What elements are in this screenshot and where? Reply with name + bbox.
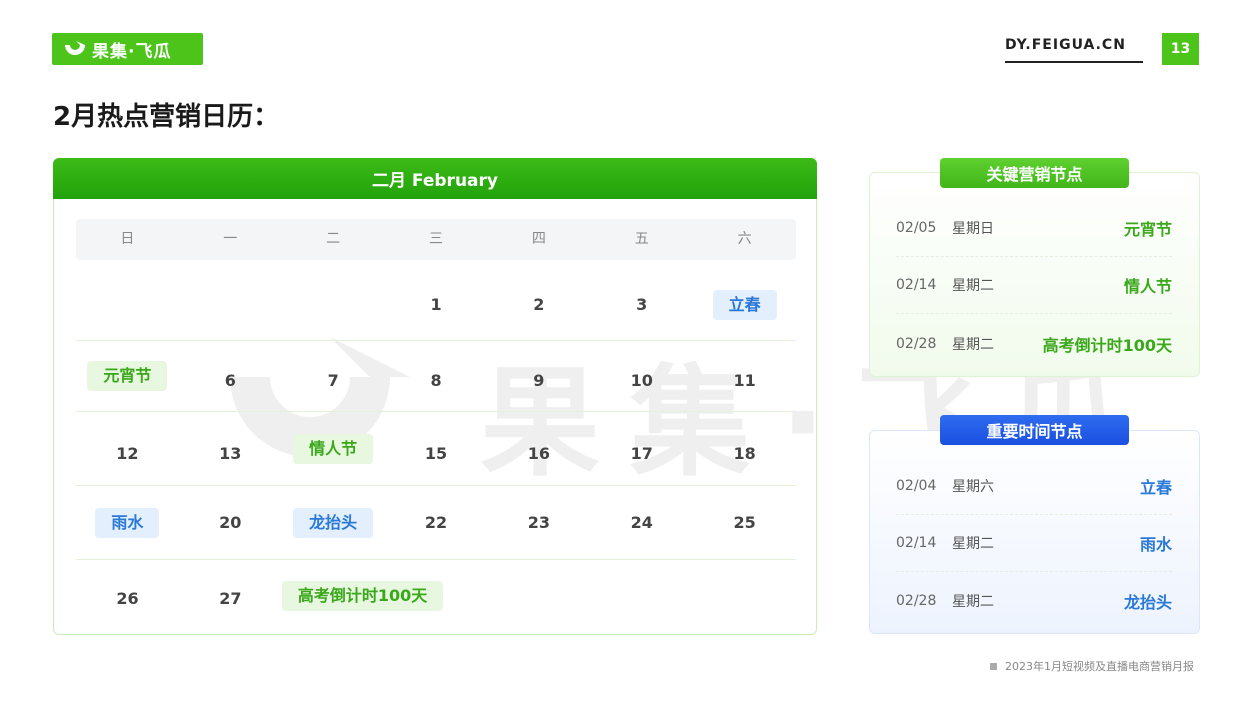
page-title: 2月热点营销日历：: [53, 102, 280, 132]
important-node-row[interactable]: 02/14 星期二 雨水: [896, 515, 1172, 572]
brand-logo-icon: [65, 41, 85, 55]
calendar-day: [693, 560, 796, 632]
node-weekday: 星期二: [952, 278, 994, 294]
weekday-label: 日: [120, 231, 135, 247]
calendar-day-event[interactable]: 立春: [693, 269, 796, 340]
calendar: 二月 February 日 一 二 三 四 五 六 1 2 3 立春 元宵节 6…: [53, 158, 817, 635]
node-date: 02/14: [896, 277, 937, 293]
calendar-day[interactable]: 17: [590, 412, 693, 485]
calendar-day-event[interactable]: 雨水: [76, 486, 179, 559]
calendar-day: [590, 560, 693, 632]
event-pill-gaokao[interactable]: 高考倒计时100天: [281, 581, 444, 611]
event-pill-longtaitou[interactable]: 龙抬头: [293, 507, 374, 538]
calendar-day[interactable]: 16: [487, 412, 590, 485]
calendar-day: [487, 560, 590, 632]
node-name: 情人节: [1123, 277, 1172, 296]
calendar-day[interactable]: 13: [179, 412, 282, 485]
calendar-day[interactable]: 12: [76, 412, 179, 485]
calendar-day[interactable]: 22: [385, 486, 488, 559]
node-weekday: 星期二: [952, 593, 994, 610]
weekday-label: 四: [531, 231, 546, 247]
event-pill-yushui[interactable]: 雨水: [95, 507, 160, 538]
key-node-row[interactable]: 02/28 星期二 高考倒计时100天: [896, 315, 1172, 372]
calendar-day: [179, 269, 282, 340]
brand-logo[interactable]: 果集·飞瓜: [52, 33, 203, 65]
node-name: 龙抬头: [1123, 592, 1172, 612]
weekday-label: 六: [737, 231, 752, 247]
footer-text: 2023年1月短视频及直播电商营销月报: [1005, 660, 1194, 673]
calendar-day[interactable]: 11: [693, 341, 796, 411]
node-weekday: 星期二: [952, 536, 994, 552]
node-date: 02/14: [896, 535, 937, 551]
brand-logo-text: 果集·飞瓜: [92, 41, 172, 62]
calendar-day-event[interactable]: 元宵节: [76, 341, 179, 411]
footer: 2023年1月短视频及直播电商营销月报: [990, 658, 1194, 674]
calendar-week: 元宵节 6 7 8 9 10 11: [76, 341, 796, 412]
important-nodes-label: 重要时间节点: [940, 415, 1129, 445]
node-name: 立春: [1139, 478, 1172, 497]
calendar-week: 1 2 3 立春: [76, 269, 796, 341]
important-node-row[interactable]: 02/04 星期六 立春: [896, 458, 1172, 515]
node-date: 02/28: [896, 335, 937, 352]
weekday-label: 一: [223, 231, 238, 247]
event-pill-valentine[interactable]: 情人节: [293, 433, 374, 464]
calendar-day[interactable]: 7: [282, 341, 385, 411]
calendar-day-event[interactable]: 龙抬头: [282, 486, 385, 559]
page-number: 13: [1162, 33, 1199, 65]
weekday-label: 三: [429, 231, 443, 247]
node-date: 02/05: [896, 220, 937, 236]
calendar-day[interactable]: 8: [385, 341, 488, 411]
important-nodes-panel: 02/04 星期六 立春 02/14 星期二 雨水 02/28 星期二 龙抬头: [869, 430, 1200, 634]
calendar-day-event[interactable]: 情人节: [282, 412, 385, 485]
calendar-day[interactable]: 24: [590, 486, 693, 559]
calendar-week: 12 13 情人节 15 16 17 18: [76, 412, 796, 486]
calendar-day[interactable]: 3: [590, 269, 693, 340]
calendar-day[interactable]: 6: [179, 341, 282, 411]
calendar-month-header: 二月 February: [53, 158, 817, 199]
weekday-label: 五: [634, 231, 649, 247]
calendar-day[interactable]: 1: [385, 269, 488, 340]
page: 果集·飞瓜 果集·飞瓜 DY.FEIGUA.CN 13 2月热点营销日历： 二月…: [0, 0, 1250, 703]
calendar-day[interactable]: 23: [487, 486, 590, 559]
event-pill-lichun[interactable]: 立春: [712, 289, 777, 320]
node-weekday: 星期二: [952, 336, 994, 353]
node-date: 02/04: [896, 478, 937, 494]
calendar-day[interactable]: 27: [179, 560, 282, 632]
event-pill-yuanxiao[interactable]: 元宵节: [87, 361, 168, 391]
calendar-day[interactable]: 18: [693, 412, 796, 485]
node-date: 02/28: [896, 592, 937, 609]
calendar-day[interactable]: 15: [385, 412, 488, 485]
calendar-day[interactable]: 9: [487, 341, 590, 411]
node-name: 元宵节: [1123, 220, 1172, 239]
calendar-day[interactable]: 10: [590, 341, 693, 411]
weekday-header: 日 一 二 三 四 五 六: [76, 219, 796, 260]
weekday-label: 二: [326, 231, 341, 247]
calendar-day-event[interactable]: 高考倒计时100天: [281, 560, 487, 632]
calendar-day: [282, 269, 385, 340]
calendar-day[interactable]: 26: [76, 560, 179, 632]
key-nodes-panel: 02/05 星期日 元宵节 02/14 星期二 情人节 02/28 星期二 高考…: [869, 172, 1200, 377]
key-node-row[interactable]: 02/05 星期日 元宵节: [896, 200, 1172, 257]
node-name: 高考倒计时100天: [1042, 335, 1172, 355]
node-weekday: 星期六: [952, 479, 994, 495]
calendar-week: 26 27 高考倒计时100天: [76, 560, 796, 632]
node-name: 雨水: [1139, 535, 1172, 554]
site-url[interactable]: DY.FEIGUA.CN: [1005, 37, 1143, 63]
calendar-day[interactable]: 25: [693, 486, 796, 559]
key-nodes-label: 关键营销节点: [940, 158, 1129, 188]
important-node-row[interactable]: 02/28 星期二 龙抬头: [896, 572, 1172, 629]
key-node-row[interactable]: 02/14 星期二 情人节: [896, 257, 1172, 314]
calendar-day: [76, 269, 179, 340]
node-weekday: 星期日: [952, 221, 994, 237]
calendar-day[interactable]: 20: [179, 486, 282, 559]
square-bullet-icon: [990, 662, 997, 670]
calendar-week: 雨水 20 龙抬头 22 23 24 25: [76, 486, 796, 560]
calendar-day[interactable]: 2: [487, 269, 590, 340]
calendar-grid: 1 2 3 立春 元宵节 6 7 8 9 10 11 12 13 情人节 15: [76, 269, 796, 632]
